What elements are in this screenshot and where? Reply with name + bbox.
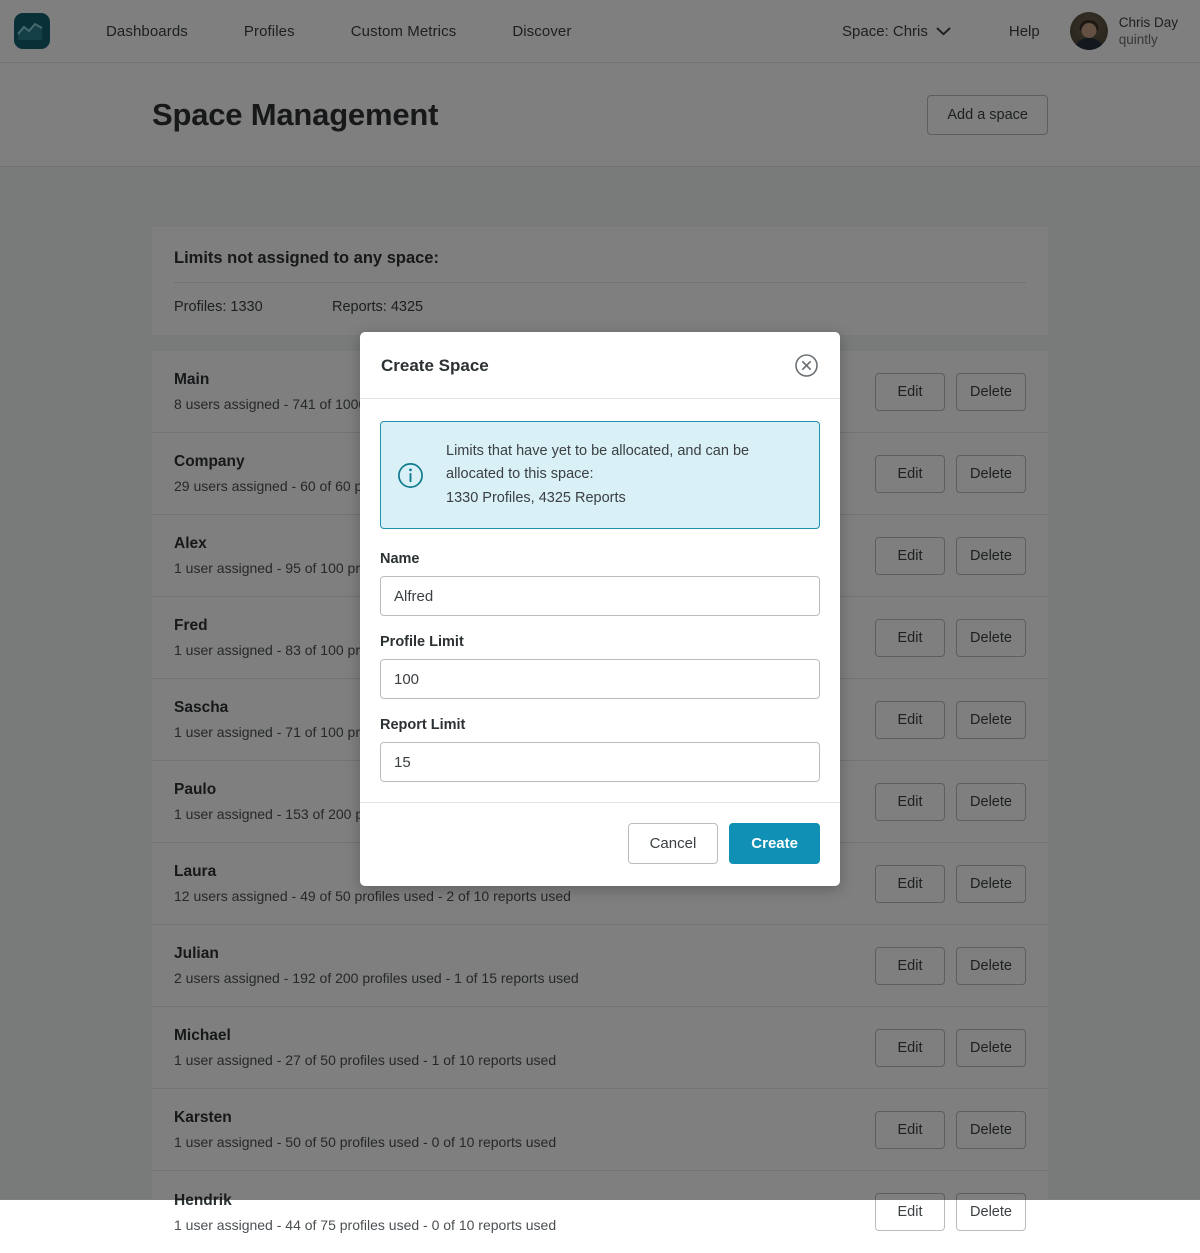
report-limit-field-label: Report Limit <box>380 717 466 734</box>
report-limit-input[interactable] <box>380 742 820 783</box>
modal-body: Limits that have yet to be allocated, an… <box>360 399 840 802</box>
allocation-info-line-1: Limits that have yet to be allocated, an… <box>446 443 750 459</box>
modal-title: Create Space <box>381 355 489 375</box>
modal-footer: Cancel Create <box>360 802 840 886</box>
modal-header: Create Space <box>360 332 840 399</box>
name-field-label: Name <box>380 551 420 568</box>
name-field-group: Name <box>380 551 820 617</box>
info-circle-icon <box>397 462 424 489</box>
create-button[interactable]: Create <box>729 823 820 865</box>
report-limit-field-group: Report Limit <box>380 717 820 783</box>
profile-limit-field-group: Profile Limit <box>380 634 820 700</box>
create-space-modal: Create Space Limits that have yet to be … <box>360 332 840 887</box>
name-input[interactable] <box>380 576 820 617</box>
close-icon[interactable] <box>794 353 819 378</box>
space-usage-description: 1 user assigned - 44 of 75 profiles used… <box>174 1216 557 1233</box>
cancel-button[interactable]: Cancel <box>627 823 719 865</box>
profile-limit-field-label: Profile Limit <box>380 634 464 651</box>
allocation-info-line-3: 1330 Profiles, 4325 Reports <box>446 489 626 506</box>
allocation-info-text: Limits that have yet to be allocated, an… <box>446 440 749 510</box>
profile-limit-input[interactable] <box>380 659 820 700</box>
allocation-info-line-2: allocated to this space: <box>446 466 594 483</box>
allocation-info-box: Limits that have yet to be allocated, an… <box>380 421 820 530</box>
